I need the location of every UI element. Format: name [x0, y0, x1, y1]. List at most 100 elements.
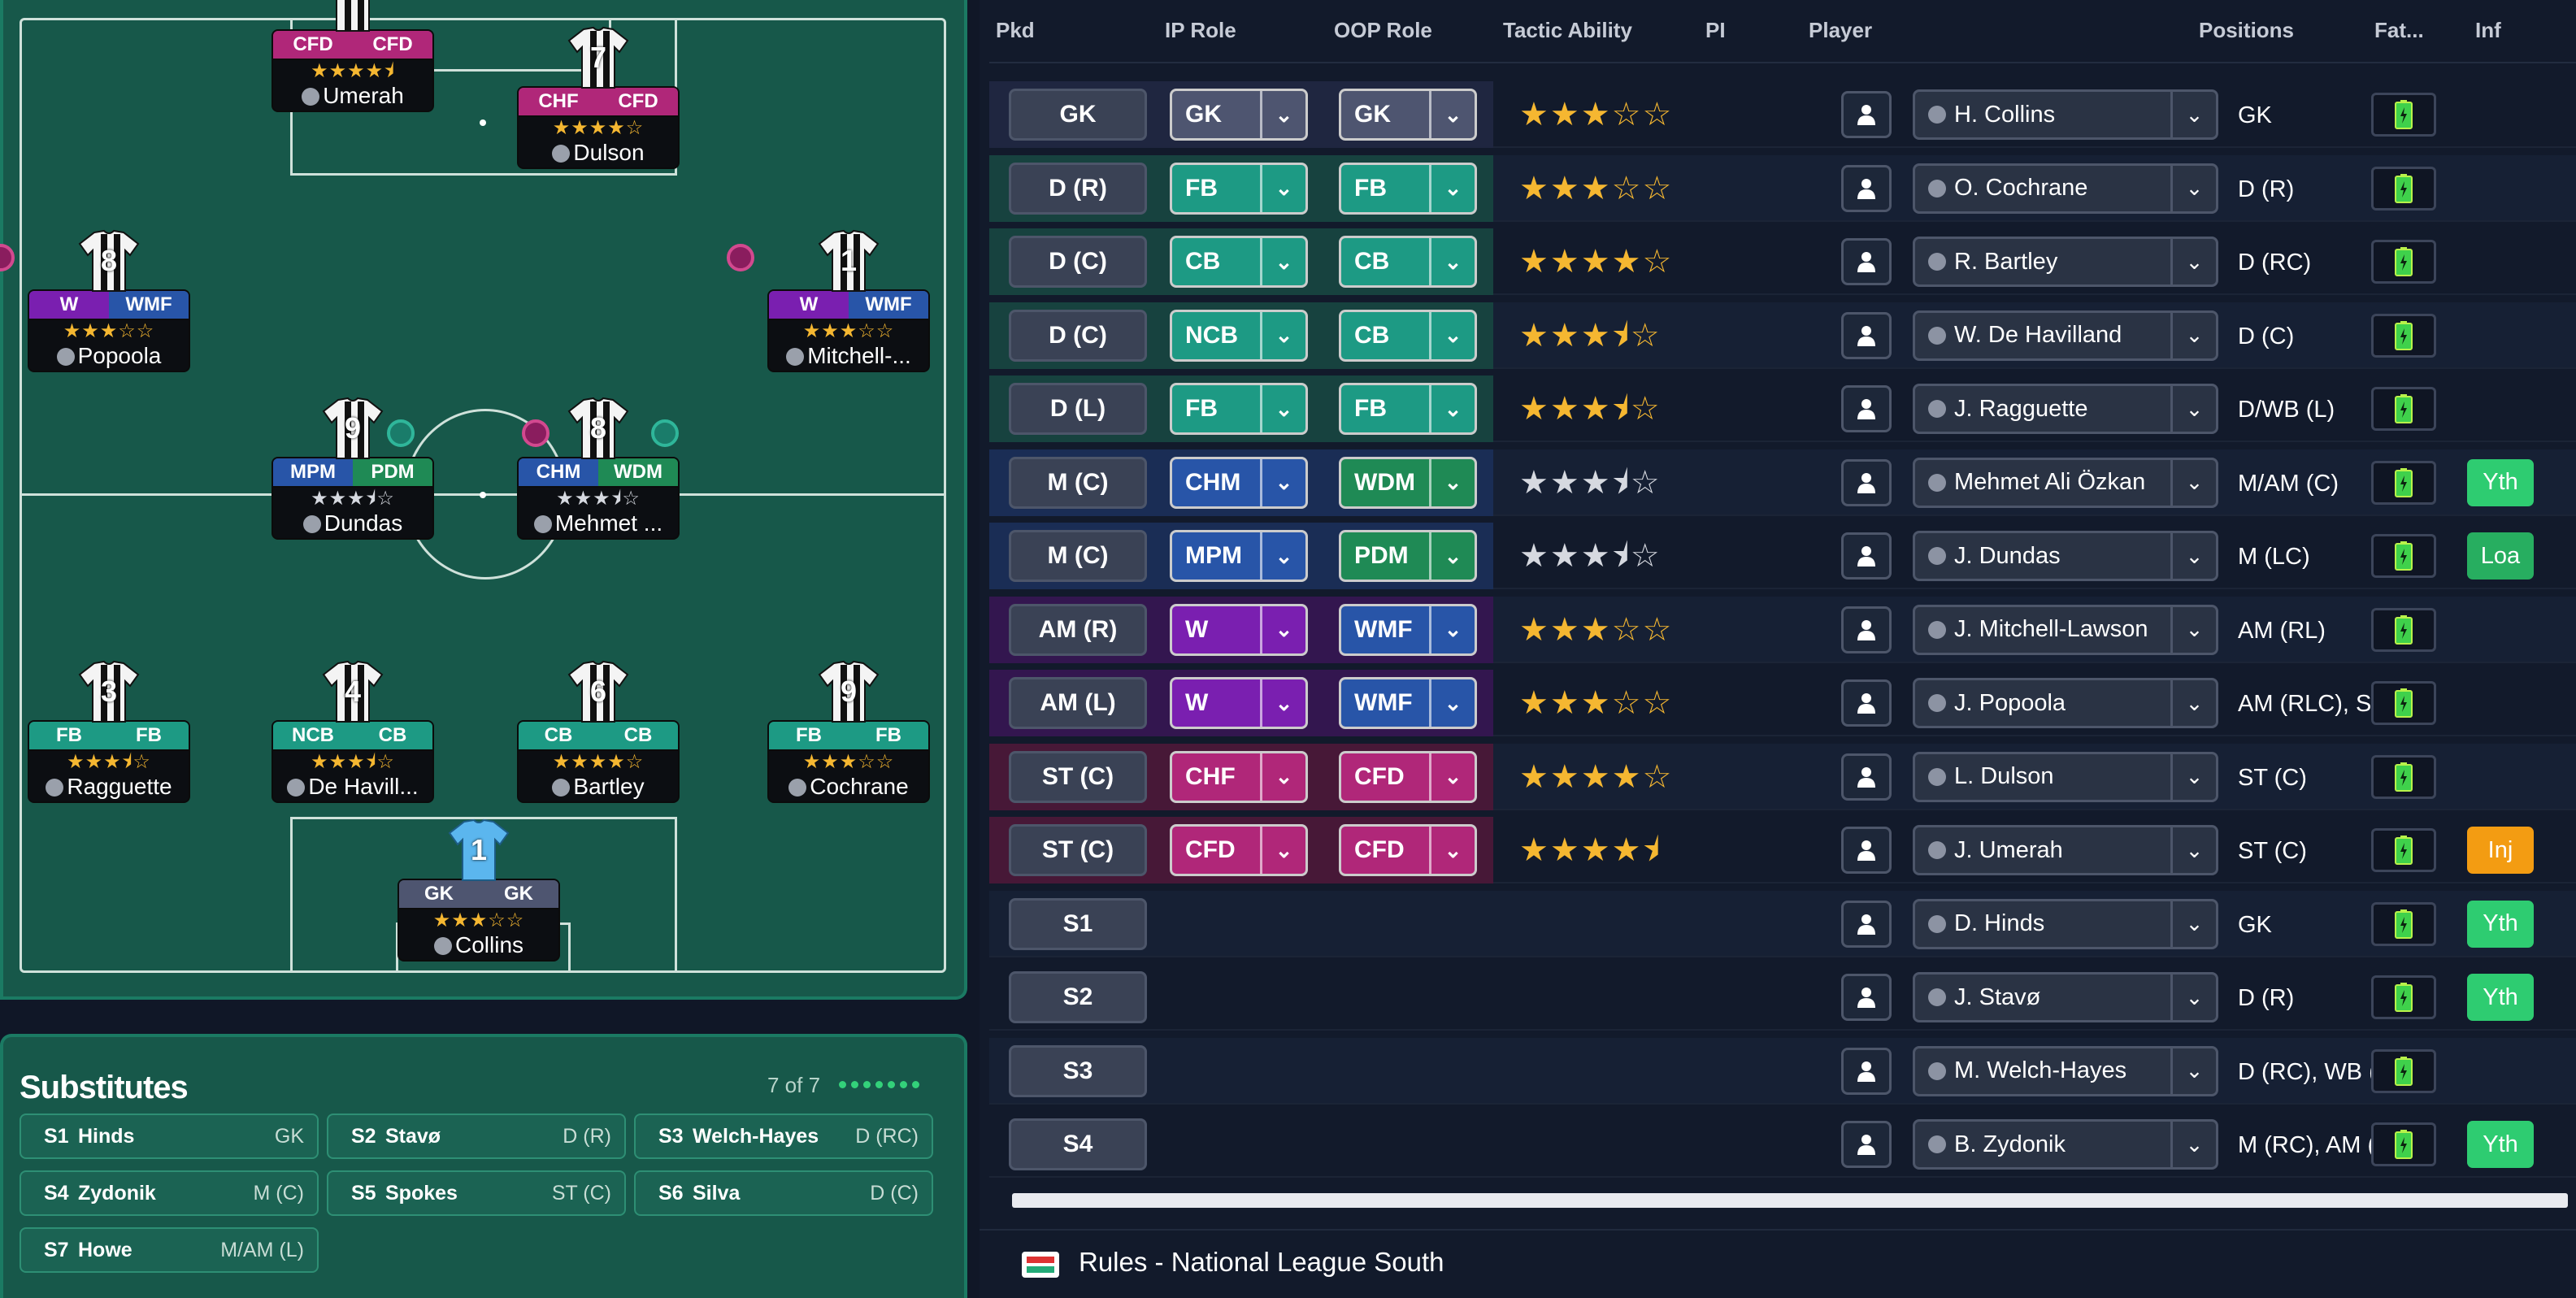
player-select-dropdown[interactable]: L. Dulson ⌄ — [1913, 751, 2218, 802]
pkd-position-button[interactable]: ST (C) — [1009, 824, 1147, 876]
oop-role-dropdown[interactable]: CFD ⌄ — [1339, 750, 1477, 803]
player-instructions-button[interactable] — [1841, 753, 1892, 801]
oop-role-dropdown[interactable]: WMF ⌄ — [1339, 603, 1477, 656]
info-badge[interactable]: Inj — [2467, 827, 2534, 874]
player-instructions-button[interactable] — [1841, 458, 1892, 506]
pkd-position-button[interactable]: D (C) — [1009, 236, 1147, 288]
header-ip-role[interactable]: IP Role — [1165, 18, 1236, 43]
pkd-position-button[interactable]: S3 — [1009, 1044, 1147, 1097]
pitch-player-popoola[interactable]: 8 W WMF ★★★☆☆ Popoola — [0, 228, 190, 372]
pkd-position-button[interactable]: D (R) — [1009, 162, 1147, 215]
oop-role-dropdown[interactable]: FB ⌄ — [1339, 162, 1477, 215]
header-inf[interactable]: Inf — [2475, 18, 2501, 43]
info-badge[interactable]: Yth — [2467, 458, 2534, 506]
oop-role-dropdown[interactable]: PDM ⌄ — [1339, 530, 1477, 582]
player-instructions-button[interactable] — [1841, 974, 1892, 1021]
player-instructions-button[interactable] — [1841, 532, 1892, 580]
player-instructions-button[interactable] — [1841, 164, 1892, 212]
ip-role-dropdown[interactable]: FB ⌄ — [1170, 162, 1308, 215]
oop-role-dropdown[interactable]: FB ⌄ — [1339, 383, 1477, 435]
player-select-dropdown[interactable]: J. Popoola ⌄ — [1913, 678, 2218, 728]
ip-role-dropdown[interactable]: GK ⌄ — [1170, 89, 1308, 141]
oop-role-dropdown[interactable]: CB ⌄ — [1339, 236, 1477, 288]
player-select-dropdown[interactable]: B. Zydonik ⌄ — [1913, 1119, 2218, 1170]
header-tactic-ability[interactable]: Tactic Ability — [1503, 18, 1632, 43]
player-select-dropdown[interactable]: R. Bartley ⌄ — [1913, 237, 2218, 287]
player-select-dropdown[interactable]: H. Collins ⌄ — [1913, 89, 2218, 140]
ip-role-dropdown[interactable]: FB ⌄ — [1170, 383, 1308, 435]
ip-role-dropdown[interactable]: CB ⌄ — [1170, 236, 1308, 288]
oop-role-dropdown[interactable]: GK ⌄ — [1339, 89, 1477, 141]
player-instructions-button[interactable] — [1841, 311, 1892, 359]
pkd-position-button[interactable]: D (L) — [1009, 383, 1147, 435]
player-select-dropdown[interactable]: J. Ragguette ⌄ — [1913, 384, 2218, 434]
pkd-position-button[interactable]: M (C) — [1009, 530, 1147, 582]
sub-slot-s3[interactable]: S3 Welch-Hayes D (RC) — [634, 1114, 933, 1159]
sub-slot-s5[interactable]: S5 Spokes ST (C) — [327, 1170, 626, 1216]
rules-bar[interactable]: Rules - National League South — [980, 1229, 2576, 1298]
pitch-player-dehavilland[interactable]: 4 NCB CB ★★★⯨☆ De Havill... — [272, 658, 434, 803]
header-player[interactable]: Player — [1809, 18, 1872, 43]
pitch-player-cochrane[interactable]: 9 FB FB ★★★☆☆ Cochrane — [767, 658, 930, 803]
player-instructions-button[interactable] — [1841, 1121, 1892, 1168]
player-select-dropdown[interactable]: J. Mitchell-Lawson ⌄ — [1913, 604, 2218, 655]
pkd-position-button[interactable]: AM (R) — [1009, 603, 1147, 656]
pitch-player-mitchell[interactable]: 1 W WMF ★★★☆☆ Mitchell-... — [727, 228, 930, 372]
header-positions[interactable]: Positions — [2199, 18, 2294, 43]
player-instructions-button[interactable] — [1841, 827, 1892, 874]
sub-slot-s2[interactable]: S2 Stavø D (R) — [327, 1114, 626, 1159]
pkd-position-button[interactable]: M (C) — [1009, 456, 1147, 509]
player-select-dropdown[interactable]: Mehmet Ali Özkan ⌄ — [1913, 457, 2218, 508]
pkd-position-button[interactable]: S1 — [1009, 897, 1147, 950]
pkd-position-button[interactable]: D (C) — [1009, 309, 1147, 362]
ip-role-dropdown[interactable]: W ⌄ — [1170, 677, 1308, 729]
ip-role-dropdown[interactable]: CFD ⌄ — [1170, 824, 1308, 876]
player-select-dropdown[interactable]: D. Hinds ⌄ — [1913, 898, 2218, 949]
ip-role-dropdown[interactable]: NCB ⌄ — [1170, 309, 1308, 362]
pkd-position-button[interactable]: GK — [1009, 89, 1147, 141]
sub-slot-s6[interactable]: S6 Silva D (C) — [634, 1170, 933, 1216]
oop-role-dropdown[interactable]: CB ⌄ — [1339, 309, 1477, 362]
oop-role-dropdown[interactable]: WMF ⌄ — [1339, 677, 1477, 729]
sub-slot-s4[interactable]: S4 Zydonik M (C) — [20, 1170, 319, 1216]
info-badge[interactable]: Yth — [2467, 974, 2534, 1021]
pkd-position-button[interactable]: AM (L) — [1009, 677, 1147, 729]
pkd-position-button[interactable]: S4 — [1009, 1118, 1147, 1170]
info-badge[interactable]: Loa — [2467, 532, 2534, 580]
pitch-player-dundas[interactable]: 9 MPM PDM ★★★⯨☆ Dundas — [272, 395, 434, 540]
pitch-player-umerah[interactable]: CFD CFD ★★★★⯨ Umerah — [272, 0, 434, 112]
player-instructions-button[interactable] — [1841, 1047, 1892, 1095]
ip-role-dropdown[interactable]: CHF ⌄ — [1170, 750, 1308, 803]
pkd-position-button[interactable]: ST (C) — [1009, 750, 1147, 803]
player-select-dropdown[interactable]: J. Stavø ⌄ — [1913, 972, 2218, 1022]
header-pkd[interactable]: Pkd — [996, 18, 1035, 43]
pkd-position-button[interactable]: S2 — [1009, 971, 1147, 1023]
ip-role-dropdown[interactable]: MPM ⌄ — [1170, 530, 1308, 582]
header-oop-role[interactable]: OOP Role — [1334, 18, 1432, 43]
horizontal-scrollbar[interactable] — [1012, 1193, 2568, 1208]
player-select-dropdown[interactable]: O. Cochrane ⌄ — [1913, 163, 2218, 214]
player-instructions-button[interactable] — [1841, 385, 1892, 432]
pitch-player-mehmet[interactable]: 8 CHM WDM ★★★⯨☆ Mehmet ... — [517, 395, 680, 540]
header-fatigue[interactable]: Fat... — [2374, 18, 2424, 43]
header-pi[interactable]: PI — [1705, 18, 1726, 43]
pitch-player-dulson[interactable]: 7 CHF CFD ★★★★☆ Dulson — [517, 24, 680, 169]
sub-slot-s7[interactable]: S7 Howe M/AM (L) — [20, 1227, 319, 1273]
oop-role-dropdown[interactable]: CFD ⌄ — [1339, 824, 1477, 876]
sub-slot-s1[interactable]: S1 Hinds GK — [20, 1114, 319, 1159]
player-instructions-button[interactable] — [1841, 238, 1892, 285]
player-instructions-button[interactable] — [1841, 679, 1892, 727]
oop-role-dropdown[interactable]: WDM ⌄ — [1339, 456, 1477, 509]
pitch-player-bartley[interactable]: 6 CB CB ★★★★☆ Bartley — [517, 658, 680, 803]
player-select-dropdown[interactable]: J. Umerah ⌄ — [1913, 825, 2218, 875]
ip-role-dropdown[interactable]: W ⌄ — [1170, 603, 1308, 656]
player-select-dropdown[interactable]: J. Dundas ⌄ — [1913, 531, 2218, 581]
info-badge[interactable]: Yth — [2467, 1121, 2534, 1168]
player-instructions-button[interactable] — [1841, 606, 1892, 653]
player-instructions-button[interactable] — [1841, 91, 1892, 138]
ip-role-dropdown[interactable]: CHM ⌄ — [1170, 456, 1308, 509]
player-instructions-button[interactable] — [1841, 900, 1892, 948]
pitch-player-ragguette[interactable]: 3 FB FB ★★★⯨☆ Ragguette — [28, 658, 190, 803]
player-select-dropdown[interactable]: M. Welch-Hayes ⌄ — [1913, 1045, 2218, 1096]
player-select-dropdown[interactable]: W. De Havilland ⌄ — [1913, 310, 2218, 361]
